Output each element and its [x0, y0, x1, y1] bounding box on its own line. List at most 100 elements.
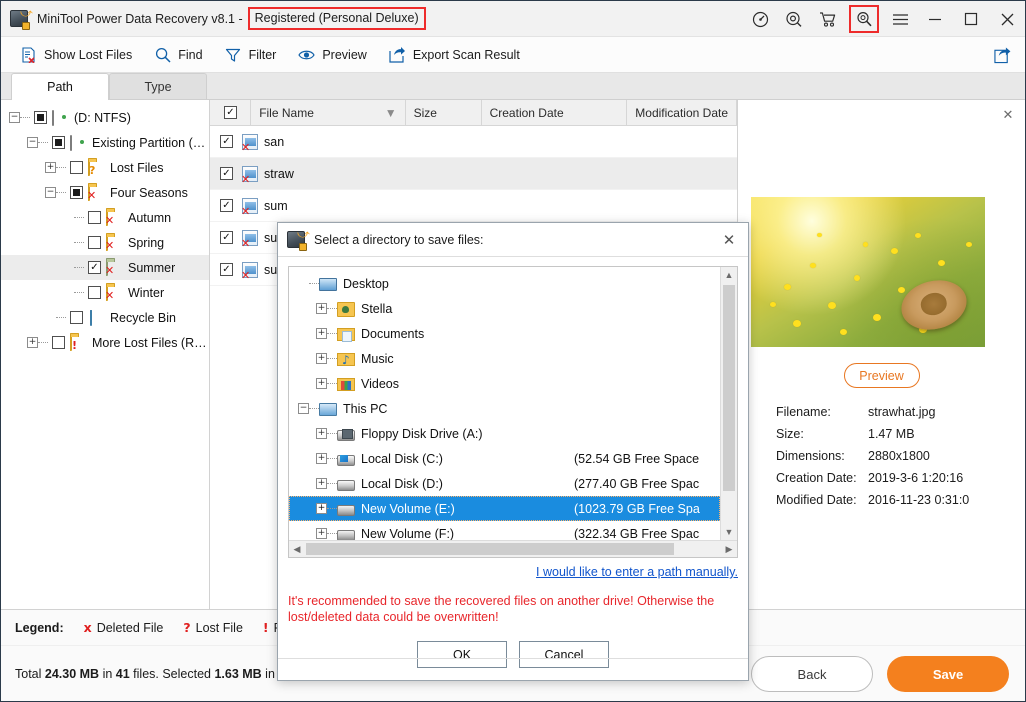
- close-icon[interactable]: ✕: [999, 106, 1017, 124]
- expand-icon[interactable]: +: [316, 353, 327, 364]
- expand-icon[interactable]: +: [316, 328, 327, 339]
- tree-node-d-ntfs[interactable]: − (D: NTFS): [1, 105, 209, 130]
- collapse-icon[interactable]: −: [45, 187, 56, 198]
- status-text: Total 24.30 MB in 41 files. Selected 1.6…: [15, 667, 315, 681]
- support-headset-icon[interactable]: [777, 1, 811, 37]
- tree-node-summer[interactable]: ✓ ✕ Summer: [1, 255, 209, 280]
- tree-node-more-lost-files[interactable]: + ! More Lost Files (RA...: [1, 330, 209, 355]
- scroll-up-icon[interactable]: ▲: [721, 267, 737, 283]
- tree-checkbox[interactable]: [34, 111, 47, 124]
- row-checkbox[interactable]: ✓: [220, 135, 233, 148]
- table-row[interactable]: ✓ ✕ san: [210, 126, 737, 158]
- column-label: Modification Date: [635, 105, 728, 120]
- magnifier-icon[interactable]: [849, 5, 879, 33]
- drive-icon: [337, 529, 355, 540]
- expand-icon[interactable]: +: [27, 337, 38, 348]
- tree-node-lost-files[interactable]: + ? Lost Files: [1, 155, 209, 180]
- disk-speed-icon[interactable]: [743, 1, 777, 37]
- tree-node-recycle-bin[interactable]: Recycle Bin: [1, 305, 209, 330]
- select-all-checkbox[interactable]: ✓: [224, 106, 237, 119]
- row-checkbox[interactable]: ✓: [220, 199, 233, 212]
- toolbar-preview[interactable]: Preview: [287, 37, 377, 73]
- path-tree-pane[interactable]: − (D: NTFS) − Existing Partition (N... +…: [1, 100, 210, 609]
- toolbar-filter[interactable]: Filter: [214, 37, 288, 73]
- dir-node-music[interactable]: + Music: [289, 346, 720, 371]
- dir-node-label: New Volume (E:): [361, 501, 455, 516]
- column-header-file-name[interactable]: File Name ▼: [251, 100, 406, 126]
- tree-node-four-seasons[interactable]: − ✕ Four Seasons: [1, 180, 209, 205]
- collapse-icon[interactable]: −: [9, 112, 20, 123]
- expand-icon[interactable]: +: [316, 528, 327, 539]
- tree-checkbox[interactable]: ✓: [88, 261, 101, 274]
- maximize-button[interactable]: [953, 1, 989, 37]
- dialog-horizontal-scrollbar[interactable]: ◀ ▶: [289, 540, 737, 557]
- expand-icon[interactable]: +: [316, 503, 327, 514]
- expand-icon[interactable]: +: [316, 303, 327, 314]
- scroll-right-icon[interactable]: ▶: [721, 544, 737, 555]
- hamburger-menu-icon[interactable]: [883, 1, 917, 37]
- tree-node-existing-partition[interactable]: − Existing Partition (N...: [1, 130, 209, 155]
- back-button[interactable]: Back: [751, 656, 873, 692]
- tree-node-autumn[interactable]: ✕ Autumn: [1, 205, 209, 230]
- preview-button[interactable]: Preview: [843, 363, 920, 388]
- row-checkbox[interactable]: ✓: [220, 231, 233, 244]
- toolbar-find[interactable]: Find: [143, 37, 213, 73]
- enter-path-manually-link[interactable]: I would like to enter a path manually.: [536, 565, 738, 579]
- table-row[interactable]: ✓ ✕ sum: [210, 190, 737, 222]
- table-row[interactable]: ✓ ✕ straw: [210, 158, 737, 190]
- close-button[interactable]: [989, 1, 1025, 37]
- legend-mark: ?: [183, 620, 191, 635]
- scroll-left-icon[interactable]: ◀: [289, 544, 305, 555]
- header-select-all[interactable]: ✓: [210, 100, 252, 126]
- main-toolbar: Show Lost Files Find Filter Preview Expo…: [1, 37, 1025, 73]
- toolbar-export-scan-result[interactable]: Export Scan Result: [378, 37, 531, 73]
- column-header-modification-date[interactable]: Modification Date: [627, 100, 737, 126]
- dir-node-floppy-a[interactable]: + Floppy Disk Drive (A:): [289, 421, 720, 446]
- column-header-size[interactable]: Size: [406, 100, 482, 126]
- dialog-vertical-scrollbar[interactable]: ▲ ▼: [720, 267, 737, 540]
- shopping-cart-icon[interactable]: [811, 1, 845, 37]
- tree-checkbox[interactable]: [52, 136, 65, 149]
- dir-node-videos[interactable]: + Videos: [289, 371, 720, 396]
- dialog-close-icon[interactable]: ✕: [720, 231, 738, 249]
- row-checkbox[interactable]: ✓: [220, 263, 233, 276]
- tree-node-spring[interactable]: ✕ Spring: [1, 230, 209, 255]
- scrollbar-thumb[interactable]: [306, 543, 674, 555]
- tree-checkbox[interactable]: [70, 311, 83, 324]
- collapse-icon[interactable]: −: [298, 403, 309, 414]
- dir-node-stella[interactable]: + Stella: [289, 296, 720, 321]
- expand-icon[interactable]: +: [316, 453, 327, 464]
- dir-node-new-volume-f[interactable]: + New Volume (F:) (322.34 GB Free Spac: [289, 521, 720, 540]
- tree-checkbox[interactable]: [70, 186, 83, 199]
- scrollbar-thumb[interactable]: [723, 285, 735, 491]
- toolbar-share-export[interactable]: [988, 37, 1017, 73]
- dir-node-desktop[interactable]: Desktop: [289, 271, 720, 296]
- dir-node-documents[interactable]: + Documents: [289, 321, 720, 346]
- tree-checkbox[interactable]: [70, 161, 83, 174]
- toolbar-show-lost-files[interactable]: Show Lost Files: [9, 37, 143, 73]
- expand-icon[interactable]: +: [316, 478, 327, 489]
- tab-path[interactable]: Path: [11, 73, 109, 100]
- tree-checkbox[interactable]: [88, 211, 101, 224]
- directory-tree[interactable]: Desktop + Stella + Documents + ♪ Music +…: [288, 266, 738, 558]
- dir-node-local-disk-d[interactable]: + Local Disk (D:) (277.40 GB Free Spac: [289, 471, 720, 496]
- tree-checkbox[interactable]: [88, 286, 101, 299]
- dir-node-local-disk-c[interactable]: + Local Disk (C:) (52.54 GB Free Space: [289, 446, 720, 471]
- column-header-creation-date[interactable]: Creation Date: [482, 100, 628, 126]
- expand-icon[interactable]: +: [45, 162, 56, 173]
- dir-node-new-volume-e[interactable]: + New Volume (E:) (1023.79 GB Free Spa: [289, 496, 720, 521]
- row-checkbox[interactable]: ✓: [220, 167, 233, 180]
- tree-node-winter[interactable]: ✕ Winter: [1, 280, 209, 305]
- tree-checkbox[interactable]: [52, 336, 65, 349]
- save-button[interactable]: Save: [887, 656, 1009, 692]
- expand-icon[interactable]: +: [316, 428, 327, 439]
- tree-checkbox[interactable]: [88, 236, 101, 249]
- show-lost-files-icon: [20, 46, 37, 63]
- collapse-icon[interactable]: −: [27, 137, 38, 148]
- dir-node-this-pc[interactable]: − This PC: [289, 396, 720, 421]
- tab-type[interactable]: Type: [109, 73, 207, 99]
- expand-icon[interactable]: +: [316, 378, 327, 389]
- legend-item-lost-file: ? Lost File: [183, 620, 243, 635]
- minimize-button[interactable]: [917, 1, 953, 37]
- scroll-down-icon[interactable]: ▼: [721, 524, 737, 540]
